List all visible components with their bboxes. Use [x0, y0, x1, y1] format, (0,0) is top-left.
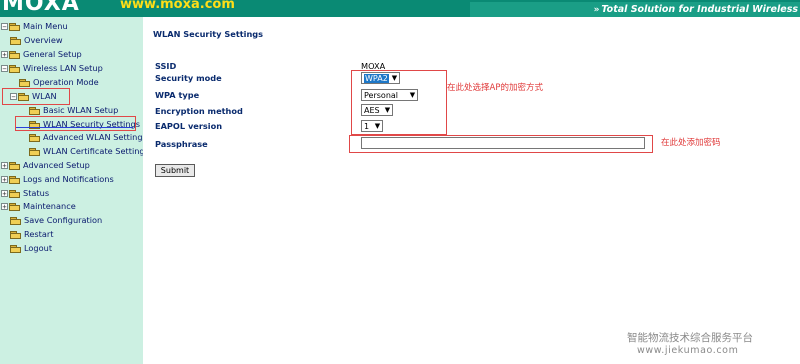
sidebar-item-label: Advanced Setup [23, 160, 90, 170]
main-content: WLAN Security Settings SSID MOXA Securit… [143, 17, 800, 364]
sidebar-item-label: Restart [24, 229, 54, 239]
expand-icon[interactable]: + [1, 176, 8, 184]
sidebar-item-label: Logout [24, 243, 53, 253]
active-item-underline [16, 127, 133, 128]
folder-icon [10, 230, 21, 239]
sidebar-item-label: Wireless LAN Setup [23, 63, 103, 73]
sidebar-item-label: Advanced WLAN Settings [43, 132, 143, 142]
encryption-method-value: AES [364, 105, 380, 115]
passphrase-label: Passphrase [155, 139, 208, 149]
security-mode-select[interactable]: WPA2 ▼ [361, 72, 400, 84]
folder-icon [9, 22, 20, 31]
submit-button[interactable]: Submit [155, 164, 195, 177]
folder-icon [10, 36, 21, 45]
collapse-icon[interactable]: − [10, 93, 17, 101]
folder-icon [9, 175, 20, 184]
sidebar-item-label: WLAN [32, 91, 57, 101]
sidebar-item-wireless-lan-setup[interactable]: − Wireless LAN Setup [1, 62, 103, 75]
sidebar-item-advanced-wlan-settings[interactable]: Advanced WLAN Settings [29, 131, 143, 144]
watermark-url: www.jiekumao.com [637, 345, 739, 356]
expand-icon[interactable]: + [1, 162, 8, 170]
folder-icon [9, 50, 20, 59]
folder-icon [9, 161, 20, 170]
sidebar-item-restart[interactable]: Restart [10, 228, 53, 241]
sidebar-item-save-configuration[interactable]: Save Configuration [10, 214, 102, 227]
collapse-icon[interactable]: − [1, 65, 8, 73]
sidebar-item-wlan[interactable]: − WLAN [10, 90, 57, 103]
sidebar-item-label: Logs and Notifications [23, 174, 114, 184]
collapse-icon[interactable]: − [1, 23, 8, 31]
eapol-version-value: 1 [364, 121, 370, 131]
sidebar-item-wlan-security-settings[interactable]: WLAN Security Settings [29, 118, 140, 131]
sidebar-item-maintenance[interactable]: + Maintenance [1, 200, 76, 213]
watermark-text: 智能物流技术综合服务平台 [627, 332, 753, 344]
expand-icon[interactable]: + [1, 203, 8, 211]
encryption-method-select[interactable]: AES ▼ [361, 104, 393, 116]
sidebar-item-logout[interactable]: Logout [10, 242, 52, 255]
page-title: WLAN Security Settings [153, 29, 264, 39]
double-chevron-icon: » [593, 5, 600, 15]
sidebar-item-label: Overview [24, 35, 63, 45]
chevron-down-icon: ▼ [384, 106, 391, 114]
sidebar-item-label: Maintenance [23, 201, 76, 211]
sidebar-item-operation-mode[interactable]: Operation Mode [19, 76, 99, 89]
security-mode-annotation: 在此处选择AP的加密方式 [447, 83, 543, 93]
folder-icon [18, 92, 29, 101]
passphrase-input[interactable] [361, 137, 645, 149]
wpa-type-select[interactable]: Personal ▼ [361, 89, 418, 101]
sidebar-item-status[interactable]: + Status [1, 187, 49, 200]
chevron-down-icon: ▼ [409, 91, 416, 99]
expand-icon[interactable]: + [1, 51, 8, 59]
ssid-label: SSID [155, 61, 177, 71]
eapol-version-label: EAPOL version [155, 121, 223, 131]
sidebar-item-label: Status [23, 188, 50, 198]
security-mode-label: Security mode [155, 73, 222, 83]
encryption-method-label: Encryption method [155, 106, 243, 116]
folder-icon [10, 244, 21, 253]
sidebar-item-label: General Setup [23, 49, 82, 59]
header-url: www.moxa.com [120, 0, 235, 12]
header-banner: MOXA www.moxa.com » Total Solution for In… [0, 0, 800, 17]
ssid-value: MOXA [361, 61, 386, 71]
sidebar-item-overview[interactable]: Overview [10, 34, 63, 47]
sidebar-item-label: WLAN Certificate Settings [43, 146, 143, 156]
wpa-type-label: WPA type [155, 90, 200, 100]
folder-icon [9, 202, 20, 211]
moxa-logo: MOXA [2, 0, 80, 16]
security-mode-value: WPA2 [364, 73, 389, 83]
sidebar-item-general-setup[interactable]: + General Setup [1, 48, 82, 61]
sidebar-item-basic-wlan-setup[interactable]: Basic WLAN Setup [29, 104, 118, 117]
sidebar-item-logs-and-notifications[interactable]: + Logs and Notifications [1, 173, 114, 186]
sidebar-item-label: Main Menu [23, 21, 68, 31]
passphrase-annotation: 在此处添加密码 [661, 138, 721, 148]
folder-icon [19, 78, 30, 87]
sidebar-nav: − Main Menu Overview + General Setup − W… [0, 17, 143, 364]
header-tagline: » Total Solution for Industrial Wireless [594, 4, 798, 15]
sidebar-item-wlan-certificate-settings[interactable]: WLAN Certificate Settings [29, 145, 143, 158]
sidebar-item-advanced-setup[interactable]: + Advanced Setup [1, 159, 90, 172]
chevron-down-icon: ▼ [391, 74, 398, 82]
folder-icon [9, 64, 20, 73]
sidebar-item-label: Operation Mode [33, 77, 99, 87]
chevron-down-icon: ▼ [374, 122, 381, 130]
eapol-version-select[interactable]: 1 ▼ [361, 120, 383, 132]
folder-icon [10, 216, 21, 225]
tagline-text: Total Solution for Industrial Wireless [601, 4, 798, 15]
folder-icon [29, 106, 40, 115]
sidebar-item-main-menu[interactable]: − Main Menu [1, 20, 68, 33]
wpa-type-value: Personal [364, 90, 399, 100]
folder-icon [9, 189, 20, 198]
sidebar-item-label: Basic WLAN Setup [43, 105, 119, 115]
expand-icon[interactable]: + [1, 190, 8, 198]
sidebar-item-label: WLAN Security Settings [43, 119, 140, 129]
folder-icon [29, 147, 40, 156]
sidebar-item-label: Save Configuration [24, 215, 103, 225]
folder-icon [29, 133, 40, 142]
